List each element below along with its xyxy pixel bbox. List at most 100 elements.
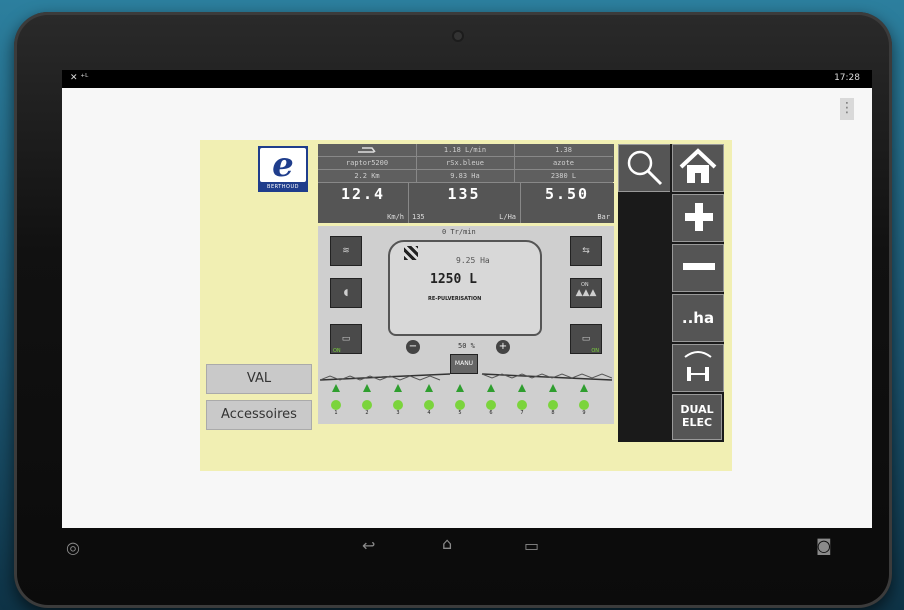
section-status-dot	[579, 400, 589, 410]
pump-rpm: 0 Tr/min	[442, 228, 476, 236]
minus-button[interactable]	[672, 244, 724, 292]
logo-brand: BERTHOUD	[267, 184, 299, 190]
action-icon-column: ..ha DUAL ELEC	[670, 144, 724, 442]
nozzle-arrow-icon	[580, 384, 588, 392]
section-number: 4	[427, 410, 431, 416]
info-cell-line: 1.38	[514, 144, 613, 157]
home-button[interactable]	[672, 144, 724, 192]
nozzle-arrow-icon	[394, 384, 402, 392]
section-status-dot	[486, 400, 496, 410]
section-status-dot	[331, 400, 341, 410]
decrease-circle-button[interactable]: −	[406, 340, 420, 354]
top-info-bar: raptor5200 2.2 Km 1.18 L/min rSx.bleue 9…	[318, 144, 614, 183]
section-9[interactable]: 9	[576, 384, 592, 416]
info-cell-line	[318, 144, 416, 157]
manual-mode-button[interactable]: MANU	[450, 354, 478, 374]
dual-elec-button[interactable]: DUAL ELEC	[672, 394, 722, 440]
tank-volume: 1250 L	[430, 272, 477, 287]
right-boom-on-label: ON	[591, 348, 599, 354]
axle-steering-button[interactable]	[672, 344, 724, 392]
dual-label: DUAL	[680, 403, 714, 416]
tablet-frame: ✕ ⁺ᴸ 17:28 ⋮ e BERTHOUD raptor5200 2.2 K…	[14, 12, 892, 608]
info-cell-sprayer: raptor5200 2.2 Km	[318, 144, 417, 183]
tank-area: 9.25 Ha	[456, 256, 490, 265]
rate-value: 135	[447, 185, 481, 203]
section-status-dot	[424, 400, 434, 410]
app-window: ⋮ e BERTHOUD raptor5200 2.2 Km 1.18 L/mi…	[62, 88, 872, 528]
section-8[interactable]: 8	[545, 384, 561, 416]
nozzle-arrow-icon	[332, 384, 340, 392]
section-2[interactable]: 2	[359, 384, 375, 416]
left-boom-button[interactable]: ON ▭	[330, 324, 362, 354]
section-7[interactable]: 7	[514, 384, 530, 416]
home-nav-icon[interactable]: ⌂	[442, 534, 452, 553]
work-light-button[interactable]: ◖	[330, 278, 362, 308]
axle-steering-icon	[684, 351, 712, 381]
section-number: 3	[396, 410, 400, 416]
section-number: 2	[365, 410, 369, 416]
android-nav-bar: ◎ ↩ ⌂ ▭ ◙	[14, 532, 892, 562]
speed-readout: 12.4 Km/h	[318, 183, 409, 223]
nozzle-arrow-icon	[456, 384, 464, 392]
increase-circle-button[interactable]: +	[496, 340, 510, 354]
tablet-screen: ✕ ⁺ᴸ 17:28 ⋮ e BERTHOUD raptor5200 2.2 K…	[62, 70, 872, 528]
section-5[interactable]: 5	[452, 384, 468, 416]
section-3[interactable]: 3	[390, 384, 406, 416]
pressure-unit: Bar	[597, 213, 610, 221]
val-button[interactable]: VAL	[206, 364, 312, 394]
status-clock: 17:28	[834, 73, 860, 83]
nozzle-on-label: ON	[581, 282, 589, 288]
nozzle-group-button[interactable]: ON ▲▲▲	[570, 278, 602, 308]
pressure-value: 5.50	[544, 185, 590, 203]
tank-message: RE-PULVERISATION	[428, 296, 482, 302]
android-status-bar: ✕ ⁺ᴸ 17:28	[62, 70, 872, 88]
info-cell-product: 1.18 L/min rSx.bleue 9.83 Ha	[416, 144, 515, 183]
minus-icon	[683, 263, 715, 270]
section-status-dot	[548, 400, 558, 410]
nozzle-arrow-icon	[425, 384, 433, 392]
section-number: 1	[334, 410, 338, 416]
sprayer-diagram: ≋ ◖ ON ▭ ⇆ ON ▲▲▲ ON ▭ 0 Tr/min 9.25 Ha …	[318, 226, 614, 424]
info-cell-line: 2.2 Km	[318, 170, 416, 183]
section-6[interactable]: 6	[483, 384, 499, 416]
section-number: 5	[458, 410, 462, 416]
search-button[interactable]	[618, 144, 672, 192]
overflow-menu-icon[interactable]: ⋮	[840, 98, 854, 120]
safety-icon[interactable]: ◎	[66, 538, 80, 557]
home-icon	[679, 148, 717, 183]
logo-letter: e	[260, 148, 306, 182]
section-status-dot	[455, 400, 465, 410]
hectare-button[interactable]: ..ha	[672, 294, 724, 342]
pressure-readout: 5.50 Bar	[520, 183, 614, 223]
plus-icon	[685, 203, 713, 231]
plus-button[interactable]	[672, 194, 724, 242]
right-boom-button[interactable]: ON ▭	[570, 324, 602, 354]
sprayer-icon	[358, 147, 376, 153]
accessoires-button[interactable]: Accessoires	[206, 400, 312, 430]
main-readouts: 12.4 Km/h 135 135 L/Ha 5.50 Bar	[318, 183, 614, 223]
section-number: 9	[582, 410, 586, 416]
screenshot-camera-icon[interactable]: ◙	[816, 536, 832, 555]
back-icon[interactable]: ↩	[362, 536, 375, 555]
section-number: 8	[551, 410, 555, 416]
section-status-dot	[393, 400, 403, 410]
section-4[interactable]: 4	[421, 384, 437, 416]
section-status-dot	[517, 400, 527, 410]
search-icon	[627, 150, 663, 186]
section-1[interactable]: 1	[328, 384, 344, 416]
boom-truss	[320, 373, 612, 381]
left-boom-on-label: ON	[333, 348, 341, 354]
recent-apps-icon[interactable]: ▭	[524, 536, 539, 555]
info-cell-line: 1.18 L/min	[416, 144, 514, 157]
rate-setpoint: 135	[412, 213, 425, 221]
beacon-light-button[interactable]: ≋	[330, 236, 362, 266]
info-cell-line: 9.83 Ha	[416, 170, 514, 183]
sprayer-control-panel: e BERTHOUD raptor5200 2.2 Km 1.18 L/min …	[200, 140, 732, 471]
rate-readout: 135 135 L/Ha	[408, 183, 521, 223]
info-cell-line: azote	[514, 157, 613, 170]
trailer-button[interactable]: ⇆	[570, 236, 602, 266]
nozzle-arrow-icon	[549, 384, 557, 392]
info-cell-line: raptor5200	[318, 157, 416, 170]
info-cell-line: 2380 L	[514, 170, 613, 183]
tank-cap-icon	[404, 246, 418, 260]
